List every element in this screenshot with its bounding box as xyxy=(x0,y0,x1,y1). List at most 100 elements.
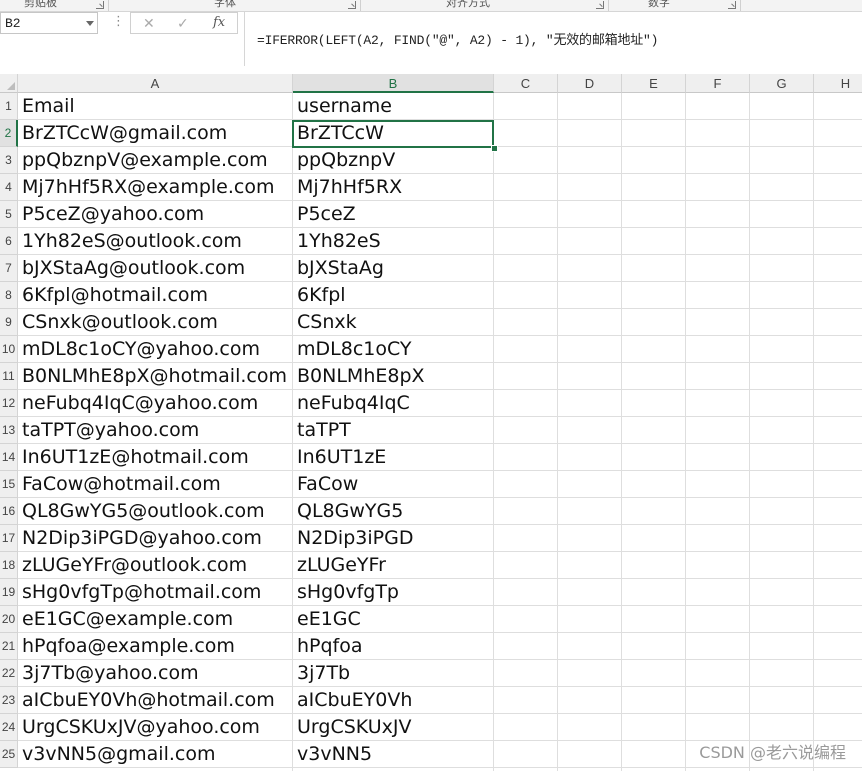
enter-icon[interactable]: ✓ xyxy=(177,15,189,32)
row-header-15[interactable]: 15 xyxy=(0,471,18,498)
row-header-20[interactable]: 20 xyxy=(0,606,18,633)
cell-a22[interactable]: 3j7Tb@yahoo.com xyxy=(22,660,199,687)
cell-a7[interactable]: bJXStaAg@outlook.com xyxy=(22,255,245,282)
cell-a4[interactable]: Mj7hHf5RX@example.com xyxy=(22,174,274,201)
row-header-24[interactable]: 24 xyxy=(0,714,18,741)
insert-function-button[interactable]: fx xyxy=(213,15,225,30)
row-header-21[interactable]: 21 xyxy=(0,633,18,660)
row-header-10[interactable]: 10 xyxy=(0,336,18,363)
cell-a18[interactable]: zLUGeYFr@outlook.com xyxy=(22,552,247,579)
row-header-1[interactable]: 1 xyxy=(0,93,18,120)
cell-b23[interactable]: aICbuEY0Vh xyxy=(297,687,412,714)
cell-b16[interactable]: QL8GwYG5 xyxy=(297,498,403,525)
column-header-d[interactable]: D xyxy=(558,74,622,93)
row-header-9[interactable]: 9 xyxy=(0,309,18,336)
ribbon-group-label: 剪贴板 xyxy=(24,0,57,9)
dialog-launcher-icon[interactable] xyxy=(596,1,604,9)
row-header-16[interactable]: 16 xyxy=(0,498,18,525)
cell-b11[interactable]: B0NLMhE8pX xyxy=(297,363,425,390)
worksheet-grid: A B C D E F G H 1 Email username 2 BrZTCcW@g… xyxy=(0,74,862,771)
cell-b12[interactable]: neFubq4IqC xyxy=(297,390,410,417)
cell-b5[interactable]: P5ceZ xyxy=(297,201,356,228)
cell-a3[interactable]: ppQbznpV@example.com xyxy=(22,147,268,174)
select-all-icon xyxy=(7,82,15,90)
cell-a9[interactable]: CSnxk@outlook.com xyxy=(22,309,218,336)
cell-a10[interactable]: mDL8c1oCY@yahoo.com xyxy=(22,336,260,363)
cell-a1[interactable]: Email xyxy=(22,93,75,120)
row-header-22[interactable]: 22 xyxy=(0,660,18,687)
cell-b6[interactable]: 1Yh82eS xyxy=(297,228,381,255)
cell-b1[interactable]: username xyxy=(297,93,392,120)
column-header-a[interactable]: A xyxy=(18,74,293,93)
row-header-5[interactable]: 5 xyxy=(0,201,18,228)
row-header-7[interactable]: 7 xyxy=(0,255,18,282)
cell-b14[interactable]: In6UT1zE xyxy=(297,444,386,471)
dialog-launcher-icon[interactable] xyxy=(96,1,104,9)
cell-b10[interactable]: mDL8c1oCY xyxy=(297,336,412,363)
cell-b21[interactable]: hPqfoa xyxy=(297,633,363,660)
row-header-2[interactable]: 2 xyxy=(0,120,18,147)
cell-b2[interactable]: BrZTCcW xyxy=(297,120,384,147)
cell-a24[interactable]: UrgCSKUxJV@yahoo.com xyxy=(22,714,260,741)
cell-a5[interactable]: P5ceZ@yahoo.com xyxy=(22,201,204,228)
cell-b18[interactable]: zLUGeYFr xyxy=(297,552,386,579)
cell-a17[interactable]: N2Dip3iPGD@yahoo.com xyxy=(22,525,262,552)
formula-buttons: ✕ ✓ fx xyxy=(130,12,238,34)
cell-b20[interactable]: eE1GC xyxy=(297,606,361,633)
row-header-11[interactable]: 11 xyxy=(0,363,18,390)
cell-a2[interactable]: BrZTCcW@gmail.com xyxy=(22,120,227,147)
cell-b19[interactable]: sHg0vfgTp xyxy=(297,579,399,606)
name-box[interactable]: B2 xyxy=(0,12,98,34)
cell-a16[interactable]: QL8GwYG5@outlook.com xyxy=(22,498,265,525)
column-header-g[interactable]: G xyxy=(750,74,814,93)
row-header-6[interactable]: 6 xyxy=(0,228,18,255)
column-header-b[interactable]: B xyxy=(293,74,494,93)
cell-a12[interactable]: neFubq4IqC@yahoo.com xyxy=(22,390,258,417)
row-header-8[interactable]: 8 xyxy=(0,282,18,309)
cell-b7[interactable]: bJXStaAg xyxy=(297,255,384,282)
dialog-launcher-icon[interactable] xyxy=(728,1,736,9)
row-header-23[interactable]: 23 xyxy=(0,687,18,714)
cell-a25[interactable]: v3vNN5@gmail.com xyxy=(22,741,215,768)
row-header-4[interactable]: 4 xyxy=(0,174,18,201)
cell-a14[interactable]: In6UT1zE@hotmail.com xyxy=(22,444,249,471)
cell-a13[interactable]: taTPT@yahoo.com xyxy=(22,417,199,444)
cell-b13[interactable]: taTPT xyxy=(297,417,351,444)
cell-a8[interactable]: 6Kfpl@hotmail.com xyxy=(22,282,208,309)
row-header-13[interactable]: 13 xyxy=(0,417,18,444)
cell-a23[interactable]: aICbuEY0Vh@hotmail.com xyxy=(22,687,275,714)
formula-input[interactable]: =IFERROR(LEFT(A2, FIND("@", A2) - 1), "无… xyxy=(244,12,862,66)
column-header-c[interactable]: C xyxy=(494,74,558,93)
select-all-button[interactable] xyxy=(0,74,18,93)
row-header-3[interactable]: 3 xyxy=(0,147,18,174)
cancel-icon[interactable]: ✕ xyxy=(143,15,155,32)
cell-b8[interactable]: 6Kfpl xyxy=(297,282,346,309)
dialog-launcher-icon[interactable] xyxy=(348,1,356,9)
row-header-12[interactable]: 12 xyxy=(0,390,18,417)
cell-b15[interactable]: FaCow xyxy=(297,471,358,498)
cell-a15[interactable]: FaCow@hotmail.com xyxy=(22,471,221,498)
fill-handle[interactable] xyxy=(491,145,498,152)
cell-b22[interactable]: 3j7Tb xyxy=(297,660,350,687)
row-header-25[interactable]: 25 xyxy=(0,741,18,768)
cell-b17[interactable]: N2Dip3iPGD xyxy=(297,525,413,552)
cell-b24[interactable]: UrgCSKUxJV xyxy=(297,714,411,741)
chevron-down-icon[interactable] xyxy=(86,21,94,26)
cell-b25[interactable]: v3vNN5 xyxy=(297,741,372,768)
row-header-14[interactable]: 14 xyxy=(0,444,18,471)
row-header-19[interactable]: 19 xyxy=(0,579,18,606)
cell-b3[interactable]: ppQbznpV xyxy=(297,147,395,174)
cell-b4[interactable]: Mj7hHf5RX xyxy=(297,174,402,201)
cell-a11[interactable]: B0NLMhE8pX@hotmail.com xyxy=(22,363,287,390)
row-header-17[interactable]: 17 xyxy=(0,525,18,552)
row-header-18[interactable]: 18 xyxy=(0,552,18,579)
more-options-icon[interactable]: ⋮ xyxy=(112,14,125,27)
column-header-f[interactable]: F xyxy=(686,74,750,93)
column-header-h[interactable]: H xyxy=(814,74,862,93)
cell-a6[interactable]: 1Yh82eS@outlook.com xyxy=(22,228,242,255)
cell-a20[interactable]: eE1GC@example.com xyxy=(22,606,233,633)
cell-a19[interactable]: sHg0vfgTp@hotmail.com xyxy=(22,579,261,606)
column-header-e[interactable]: E xyxy=(622,74,686,93)
cell-a21[interactable]: hPqfoa@example.com xyxy=(22,633,235,660)
cell-b9[interactable]: CSnxk xyxy=(297,309,357,336)
